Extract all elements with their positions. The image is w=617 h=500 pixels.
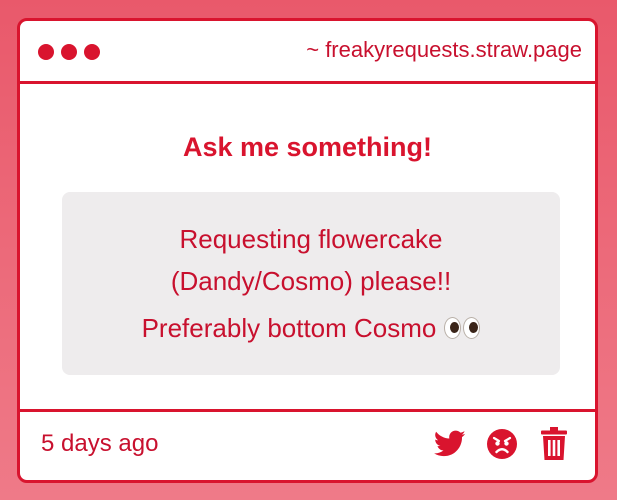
card-footer: 5 days ago	[20, 409, 595, 480]
page-url[interactable]: ~ freakyrequests.straw.page	[306, 37, 582, 63]
window-dot-close[interactable]	[38, 44, 54, 60]
eyes-emoji-icon	[444, 317, 481, 339]
eye-right	[463, 317, 481, 339]
window-titlebar: ~ freakyrequests.straw.page	[20, 21, 595, 84]
timestamp: 5 days ago	[41, 430, 159, 457]
window-dot-minimize[interactable]	[61, 44, 77, 60]
question-card: ~ freakyrequests.straw.page Ask me somet…	[17, 18, 598, 483]
window-dot-maximize[interactable]	[84, 44, 100, 60]
message-line-3-row: Preferably bottom Cosmo	[142, 307, 481, 349]
message-line-2: (Dandy/Cosmo) please!!	[170, 266, 452, 296]
page-title: Ask me something!	[182, 132, 433, 162]
message-line-1: Requesting flowercake	[179, 224, 443, 254]
delete-button[interactable]	[540, 427, 568, 461]
card-content: Ask me something! Requesting flowercake …	[20, 84, 595, 414]
eye-left	[444, 317, 462, 339]
twitter-icon	[434, 430, 466, 457]
trash-icon	[541, 427, 567, 460]
message-box: Requesting flowercake (Dandy/Cosmo) plea…	[62, 192, 560, 375]
twitter-share-button[interactable]	[434, 430, 466, 458]
react-angry-button[interactable]	[486, 428, 518, 460]
footer-actions	[434, 427, 568, 461]
window-controls	[38, 44, 100, 60]
message-line-3: Preferably bottom Cosmo	[141, 313, 437, 343]
angry-face-icon	[487, 429, 517, 459]
